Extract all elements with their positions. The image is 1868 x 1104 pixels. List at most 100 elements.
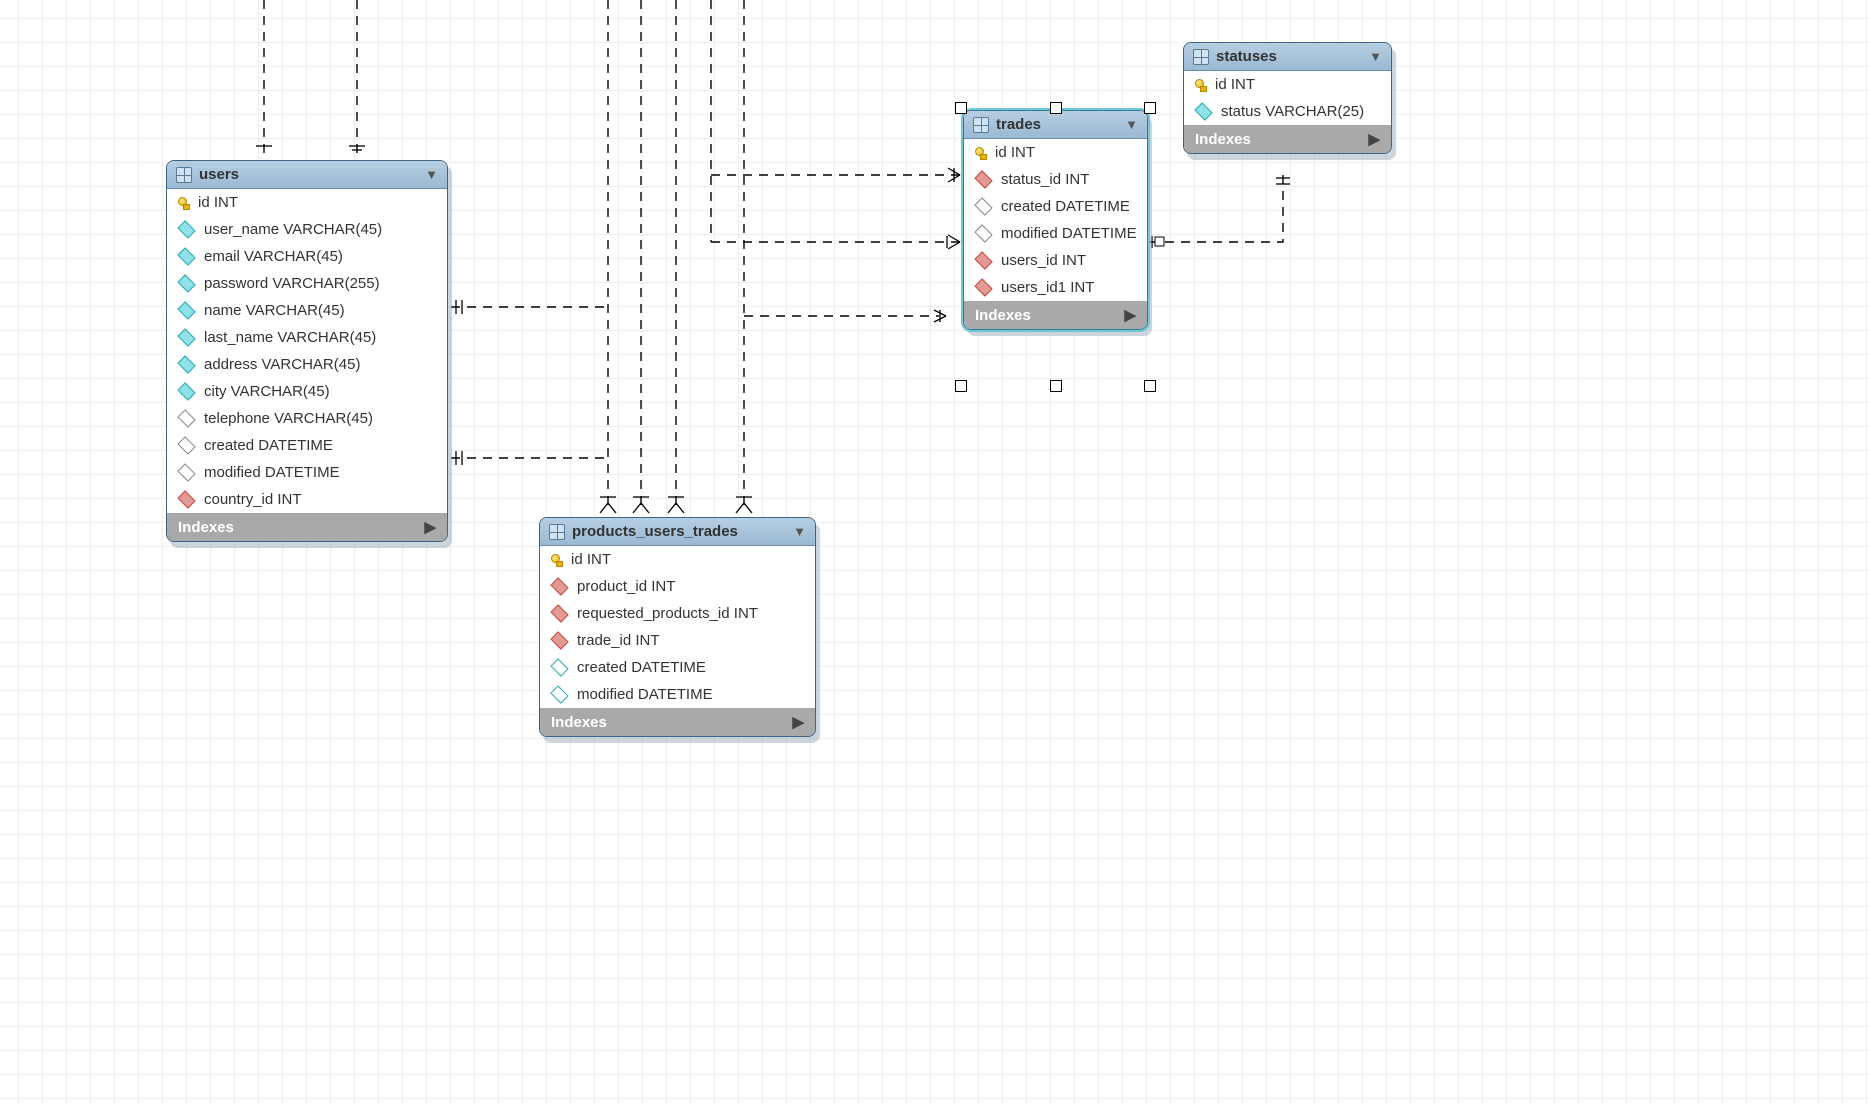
indexes-label: Indexes (1195, 131, 1251, 148)
column-row[interactable]: email VARCHAR(45) (167, 243, 447, 270)
column-row[interactable]: created DATETIME (964, 193, 1147, 220)
pk-icon (550, 553, 563, 566)
column-row[interactable]: users_id INT (964, 247, 1147, 274)
collapse-icon[interactable]: ▼ (425, 167, 438, 182)
column-label: modified DATETIME (1001, 225, 1137, 242)
column-label: email VARCHAR(45) (204, 248, 343, 265)
column-row[interactable]: password VARCHAR(255) (167, 270, 447, 297)
column-row[interactable]: user_name VARCHAR(45) (167, 216, 447, 243)
entity-title: trades (996, 116, 1118, 133)
column-label: name VARCHAR(45) (204, 302, 345, 319)
column-icon (177, 382, 195, 400)
column-row[interactable]: telephone VARCHAR(45) (167, 405, 447, 432)
entity-statuses[interactable]: statuses ▼ id INT status VARCHAR(25) Ind… (1183, 42, 1392, 154)
fk-icon (974, 251, 992, 269)
column-label: id INT (571, 551, 611, 568)
column-label: country_id INT (204, 491, 302, 508)
entity-header[interactable]: users ▼ (167, 161, 447, 189)
column-row[interactable]: users_id1 INT (964, 274, 1147, 301)
fk-icon (550, 631, 568, 649)
column-label: status_id INT (1001, 171, 1089, 188)
column-icon (550, 658, 568, 676)
fk-icon (550, 577, 568, 595)
column-label: id INT (995, 144, 1035, 161)
resize-handle[interactable] (1144, 380, 1156, 392)
column-label: user_name VARCHAR(45) (204, 221, 382, 238)
column-icon (177, 463, 195, 481)
column-row[interactable]: trade_id INT (540, 627, 815, 654)
column-label: id INT (1215, 76, 1255, 93)
column-row[interactable]: created DATETIME (167, 432, 447, 459)
column-icon (177, 274, 195, 292)
indexes-label: Indexes (975, 307, 1031, 324)
column-row[interactable]: modified DATETIME (540, 681, 815, 708)
entity-products-users-trades[interactable]: products_users_trades ▼ id INT product_i… (539, 517, 816, 737)
pk-icon (974, 146, 987, 159)
column-row[interactable]: id INT (540, 546, 815, 573)
column-icon (550, 685, 568, 703)
column-row[interactable]: address VARCHAR(45) (167, 351, 447, 378)
expand-icon: ▶ (424, 518, 436, 536)
column-icon (1194, 102, 1212, 120)
resize-handle[interactable] (955, 380, 967, 392)
entity-header[interactable]: products_users_trades ▼ (540, 518, 815, 546)
column-row[interactable]: name VARCHAR(45) (167, 297, 447, 324)
collapse-icon[interactable]: ▼ (1369, 49, 1382, 64)
column-row[interactable]: requested_products_id INT (540, 600, 815, 627)
expand-icon: ▶ (792, 713, 804, 731)
fk-icon (974, 170, 992, 188)
column-list: id INT user_name VARCHAR(45) email VARCH… (167, 189, 447, 513)
column-label: users_id INT (1001, 252, 1086, 269)
collapse-icon[interactable]: ▼ (1125, 117, 1138, 132)
table-icon (176, 167, 192, 183)
column-label: created DATETIME (204, 437, 333, 454)
column-label: product_id INT (577, 578, 675, 595)
entity-trades[interactable]: trades ▼ id INT status_id INT created DA… (963, 110, 1148, 330)
entity-title: statuses (1216, 48, 1362, 65)
column-label: trade_id INT (577, 632, 660, 649)
table-icon (549, 524, 565, 540)
column-row[interactable]: created DATETIME (540, 654, 815, 681)
column-row[interactable]: id INT (167, 189, 447, 216)
column-label: telephone VARCHAR(45) (204, 410, 373, 427)
column-row[interactable]: last_name VARCHAR(45) (167, 324, 447, 351)
indexes-section[interactable]: Indexes ▶ (540, 708, 815, 736)
fk-icon (177, 490, 195, 508)
column-row[interactable]: country_id INT (167, 486, 447, 513)
entity-header[interactable]: trades ▼ (964, 111, 1147, 139)
column-label: id INT (198, 194, 238, 211)
column-label: created DATETIME (1001, 198, 1130, 215)
column-row[interactable]: status_id INT (964, 166, 1147, 193)
table-icon (1193, 49, 1209, 65)
indexes-section[interactable]: Indexes ▶ (167, 513, 447, 541)
column-label: requested_products_id INT (577, 605, 758, 622)
column-row[interactable]: id INT (1184, 71, 1391, 98)
column-row[interactable]: city VARCHAR(45) (167, 378, 447, 405)
column-row[interactable]: modified DATETIME (964, 220, 1147, 247)
column-list: id INT status_id INT created DATETIME mo… (964, 139, 1147, 301)
column-label: status VARCHAR(25) (1221, 103, 1364, 120)
column-row[interactable]: product_id INT (540, 573, 815, 600)
indexes-section[interactable]: Indexes▶ (1184, 125, 1391, 153)
column-row[interactable]: status VARCHAR(25) (1184, 98, 1391, 125)
column-icon (177, 409, 195, 427)
collapse-icon[interactable]: ▼ (793, 524, 806, 539)
column-row[interactable]: id INT (964, 139, 1147, 166)
entity-users[interactable]: users ▼ id INT user_name VARCHAR(45) ema… (166, 160, 448, 542)
indexes-label: Indexes (178, 519, 234, 536)
pk-icon (1194, 78, 1207, 91)
column-icon (177, 355, 195, 373)
column-icon (974, 224, 992, 242)
column-label: city VARCHAR(45) (204, 383, 330, 400)
column-label: modified DATETIME (204, 464, 340, 481)
column-label: users_id1 INT (1001, 279, 1094, 296)
fk-icon (974, 278, 992, 296)
column-row[interactable]: modified DATETIME (167, 459, 447, 486)
entity-header[interactable]: statuses ▼ (1184, 43, 1391, 71)
indexes-label: Indexes (551, 714, 607, 731)
fk-icon (550, 604, 568, 622)
column-icon (177, 436, 195, 454)
column-icon (177, 328, 195, 346)
resize-handle[interactable] (1050, 380, 1062, 392)
indexes-section[interactable]: Indexes▶ (964, 301, 1147, 329)
